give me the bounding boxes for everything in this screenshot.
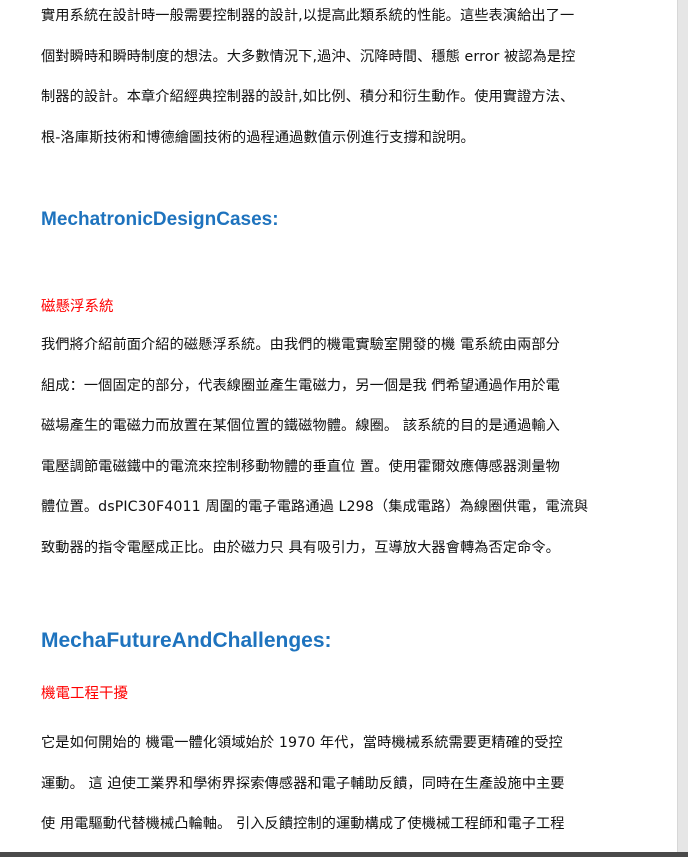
paragraph-line: 磁場產生的電磁力而放置在某個位置的鐵磁物體。線圈。 該系統的目的是通過輸入 (41, 418, 560, 434)
section-heading-design-cases: MechatronicDesignCases: (41, 209, 279, 230)
paragraph-line: 組成：一個固定的部分，代表線圈並產生電磁力，另一個是我 們希望通過作用於電 (41, 377, 560, 394)
paragraph-line: 實用系統在設計時一般需要控制器的設計,以提高此類系統的性能。這些表演給出了一 (41, 8, 575, 24)
paragraph-line: 使 用電驅動代替機械凸輪軸。 引入反饋控制的運動構成了使機械工程師和電子工程 (41, 816, 565, 832)
document-page: 實用系統在設計時一般需要控制器的設計,以提高此類系統的性能。這些表演給出了一 個… (0, 0, 678, 852)
bottom-window-edge (0, 852, 688, 857)
paragraph-line: 制器的設計。本章介紹經典控制器的設計,如比例、積分和衍生動作。使用實證方法、 (41, 89, 575, 105)
paragraph-line: 它是如何開始的 機電一體化領域始於 1970 年代，當時機械系統需要更精確的受控 (41, 735, 563, 751)
paragraph-line: 運動。 這 迫使工業界和學術界探索傳感器和電子輔助反饋，同時在生產設施中主要 (41, 775, 565, 792)
history-paragraph: 它是如何開始的 機電一體化領域始於 1970 年代，當時機械系統需要更精確的受控… (41, 723, 565, 845)
intro-paragraph: 實用系統在設計時一般需要控制器的設計,以提高此類系統的性能。這些表演給出了一 個… (41, 0, 575, 158)
section-heading-future-challenges: MechaFutureAndChallenges: (41, 629, 332, 652)
subheading-mechatronics-interference: 機電工程干擾 (41, 686, 128, 702)
paragraph-line: 電壓調節電磁鐵中的電流來控制移動物體的垂直位 置。使用霍爾效應傳感器測量物 (41, 458, 560, 475)
vertical-scrollbar[interactable] (677, 0, 688, 857)
maglev-paragraph: 我們將介紹前面介紹的磁懸浮系統。由我們的機電實驗室開發的機 電系統由兩部分 組成… (41, 325, 588, 568)
paragraph-line: 個對瞬時和瞬時制度的想法。大多數情況下,過沖、沉降時間、穩態 error 被認為… (41, 48, 576, 65)
paragraph-line: 體位置。dsPIC30F4011 周圍的電子電路通過 L298（集成電路）為線圈… (41, 499, 589, 515)
paragraph-line: 根-洛庫斯技術和博德繪圖技術的過程通過數值示例進行支撐和說明。 (41, 129, 475, 146)
paragraph-line: 我們將介紹前面介紹的磁懸浮系統。由我們的機電實驗室開發的機 電系統由兩部分 (41, 337, 560, 353)
subheading-maglev: 磁懸浮系統 (41, 299, 114, 315)
paragraph-line: 致動器的指令電壓成正比。由於磁力只 具有吸引力，互導放大器會轉為否定命令。 (41, 539, 560, 556)
